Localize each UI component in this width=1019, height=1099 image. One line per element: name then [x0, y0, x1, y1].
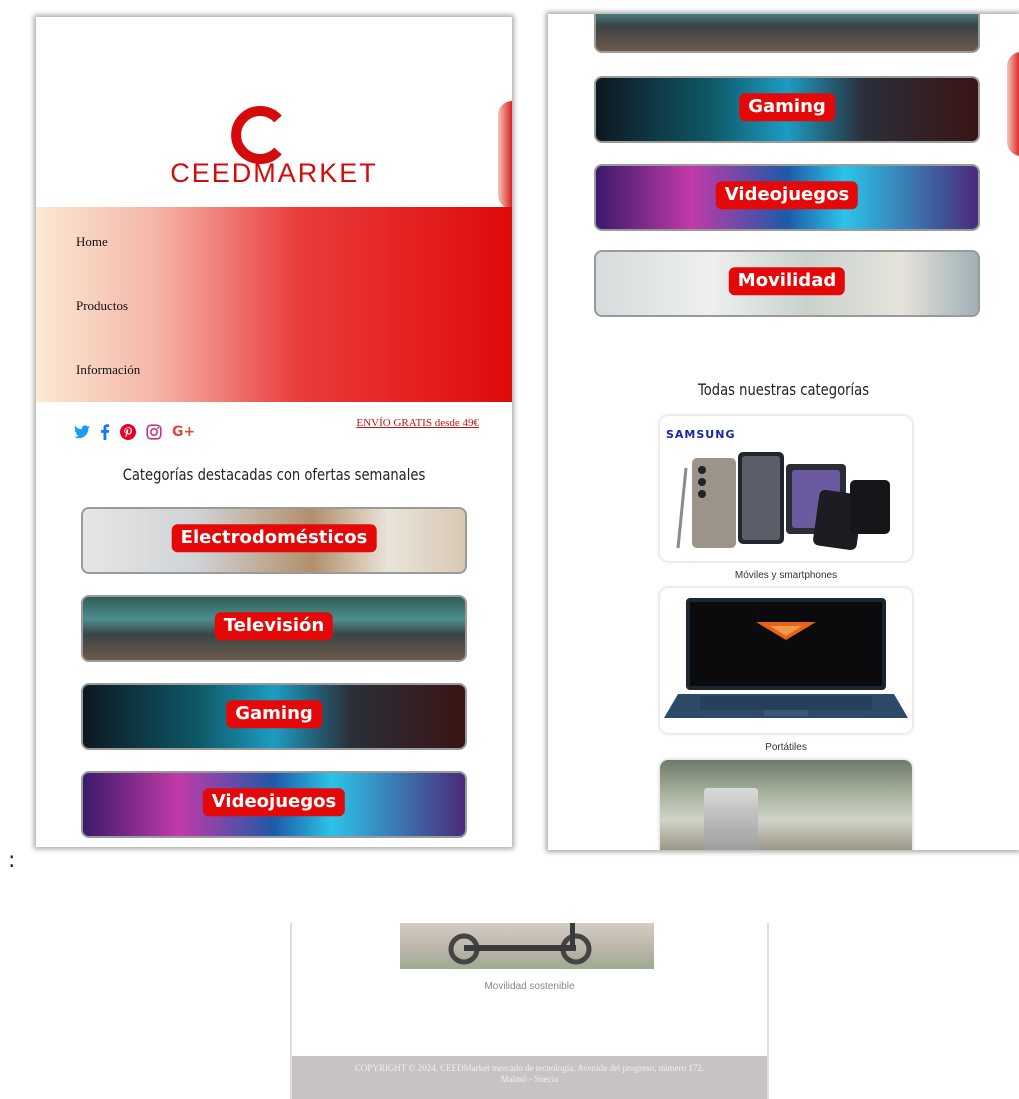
footer-location: Malmö - Suecia	[500, 1074, 559, 1084]
instagram-icon[interactable]	[146, 424, 162, 440]
logo-wordmark: CEEDMARKET	[170, 158, 378, 188]
banner-label: Electrodomésticos	[171, 523, 377, 552]
featured-title: Categorías destacadas con ofertas semana…	[122, 465, 426, 484]
free-shipping-link[interactable]: ENVÍO GRATIS desde 49€	[356, 417, 479, 429]
page-footer: COPYRIGHT © 2024. CEEDMarket mercado de …	[292, 1056, 767, 1099]
banner-gaming[interactable]: Gaming	[81, 683, 467, 750]
banner-gaming[interactable]: Gaming	[594, 76, 980, 143]
twitter-icon[interactable]	[74, 425, 90, 439]
smartphones-image	[676, 452, 890, 551]
category-card-portatiles[interactable]	[660, 588, 912, 733]
social-links: G+	[74, 421, 195, 443]
banner-television[interactable]: Televisión	[81, 595, 467, 662]
header-logo[interactable]: CEEDMARKET	[36, 17, 512, 207]
banner-label: Gaming	[226, 699, 322, 728]
side-tab[interactable]	[498, 101, 512, 209]
category-caption: Móviles y smartphones	[734, 570, 838, 581]
banner-label: Gaming	[739, 92, 835, 121]
main-nav: Home Productos Información	[36, 207, 512, 402]
coffee-machine-image	[704, 788, 758, 850]
google-plus-icon[interactable]: G+	[172, 424, 195, 440]
banner-label: Videojuegos	[202, 787, 346, 816]
separator-colon: :	[8, 848, 16, 873]
screenshot-panel-home: CEEDMARKET Home Productos Información G+…	[36, 17, 512, 847]
samsung-logo: SAMSUNG	[666, 428, 736, 441]
screenshot-panel-scrolled: Gaming Videojuegos Movilidad Todas nuest…	[548, 14, 1019, 850]
screenshot-panel-footer: Movilidad sostenible COPYRIGHT © 2024. C…	[290, 923, 769, 1099]
banner-label: Televisión	[214, 611, 334, 640]
category-card-moviles[interactable]: SAMSUNG	[660, 416, 912, 561]
nav-item-home[interactable]: Home	[76, 234, 108, 250]
banner-videojuegos[interactable]: Videojuegos	[594, 164, 980, 231]
facebook-icon[interactable]	[100, 424, 110, 440]
category-caption: Portátiles	[765, 742, 807, 753]
all-categories-title: Todas nuestras categorías	[697, 380, 870, 399]
banner-movilidad[interactable]: Movilidad	[594, 250, 980, 317]
category-caption: Movilidad sostenible	[484, 981, 575, 992]
logo-c-icon	[231, 106, 282, 164]
scooter-image[interactable]	[400, 923, 654, 969]
banner-electrodomesticos[interactable]: Electrodomésticos	[81, 507, 467, 574]
scooter-icon	[448, 923, 592, 965]
side-tab[interactable]	[1007, 52, 1019, 156]
banner-television-partial[interactable]	[594, 14, 980, 53]
category-card-electrodomesticos[interactable]	[660, 760, 912, 850]
pinterest-icon[interactable]	[120, 424, 136, 440]
banner-videojuegos[interactable]: Videojuegos	[81, 771, 467, 838]
footer-copyright: COPYRIGHT © 2024. CEEDMarket mercado de …	[354, 1063, 705, 1073]
banner-label: Movilidad	[728, 266, 846, 295]
nav-item-informacion[interactable]: Información	[76, 362, 140, 378]
banner-label: Videojuegos	[715, 180, 859, 209]
nav-item-productos[interactable]: Productos	[76, 298, 128, 314]
laptop-image	[664, 598, 908, 718]
